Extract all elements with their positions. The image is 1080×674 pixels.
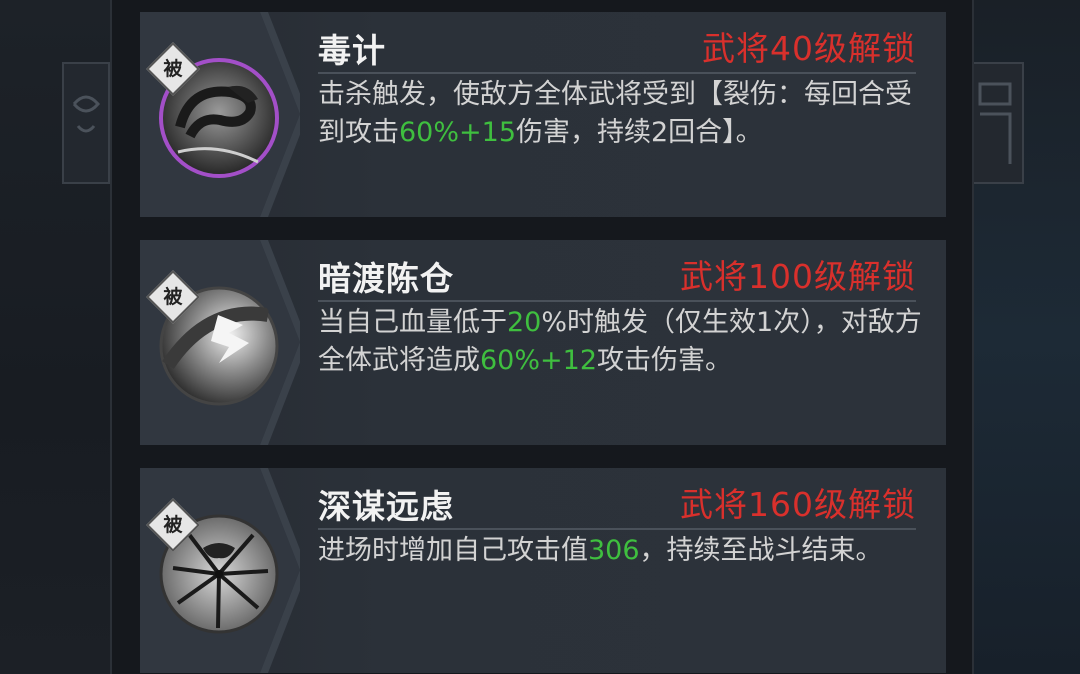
- passive-badge-label: 被: [163, 58, 183, 80]
- passive-badge-label: 被: [163, 286, 183, 308]
- skill-title: 毒计: [318, 31, 386, 70]
- skill-title: 深谋远虑: [318, 487, 454, 526]
- skill-title: 暗渡陈仓: [318, 259, 454, 298]
- side-frame: [62, 62, 110, 184]
- background-left: [0, 0, 110, 674]
- skill-description: 进场时增加自己攻击值306，持续至战斗结束。: [318, 532, 923, 570]
- skill-description: 击杀触发，使敌方全体武将受到【裂伤：每回合受到攻击60%+15伤害，持续2回合】…: [318, 76, 923, 152]
- background-right: [970, 0, 1080, 674]
- desc-value: 60%+12: [480, 345, 597, 376]
- desc-text: ，持续至战斗结束。: [639, 535, 883, 566]
- desc-text: 当自己血量低于: [318, 307, 507, 338]
- divider: [318, 72, 916, 74]
- divider: [318, 528, 916, 530]
- unlock-requirement: 武将160级解锁: [680, 485, 916, 524]
- desc-text: 伤害，持续2回合】。: [516, 117, 763, 148]
- skill-description: 当自己血量低于20%时触发（仅生效1次），对敌方全体武将造成60%+12攻击伤害…: [318, 304, 923, 380]
- desc-value: 60%+15: [399, 117, 516, 148]
- skill-card: 被 暗渡陈仓 武将100级解锁 当自己血量低于20%时触发（仅生效1次），对敌方…: [140, 240, 946, 445]
- skill-card: 被 深谋远虑 武将160级解锁 进场时增加自己攻击值306，持续至战斗结束。: [140, 468, 946, 673]
- skill-panel: 被 毒计 武将40级解锁 击杀触发，使敌方全体武将受到【裂伤：每回合受到攻击60…: [110, 0, 974, 674]
- desc-text: 进场时增加自己攻击值: [318, 535, 588, 566]
- side-frame-right: [970, 62, 1024, 184]
- desc-text: 攻击伤害。: [597, 345, 732, 376]
- unlock-requirement: 武将40级解锁: [702, 29, 916, 68]
- desc-value: 306: [588, 535, 640, 566]
- skill-card: 被 毒计 武将40级解锁 击杀触发，使敌方全体武将受到【裂伤：每回合受到攻击60…: [140, 12, 946, 217]
- divider: [318, 300, 916, 302]
- unlock-requirement: 武将100级解锁: [680, 257, 916, 296]
- passive-badge-label: 被: [163, 514, 183, 536]
- desc-value: 20: [507, 307, 542, 338]
